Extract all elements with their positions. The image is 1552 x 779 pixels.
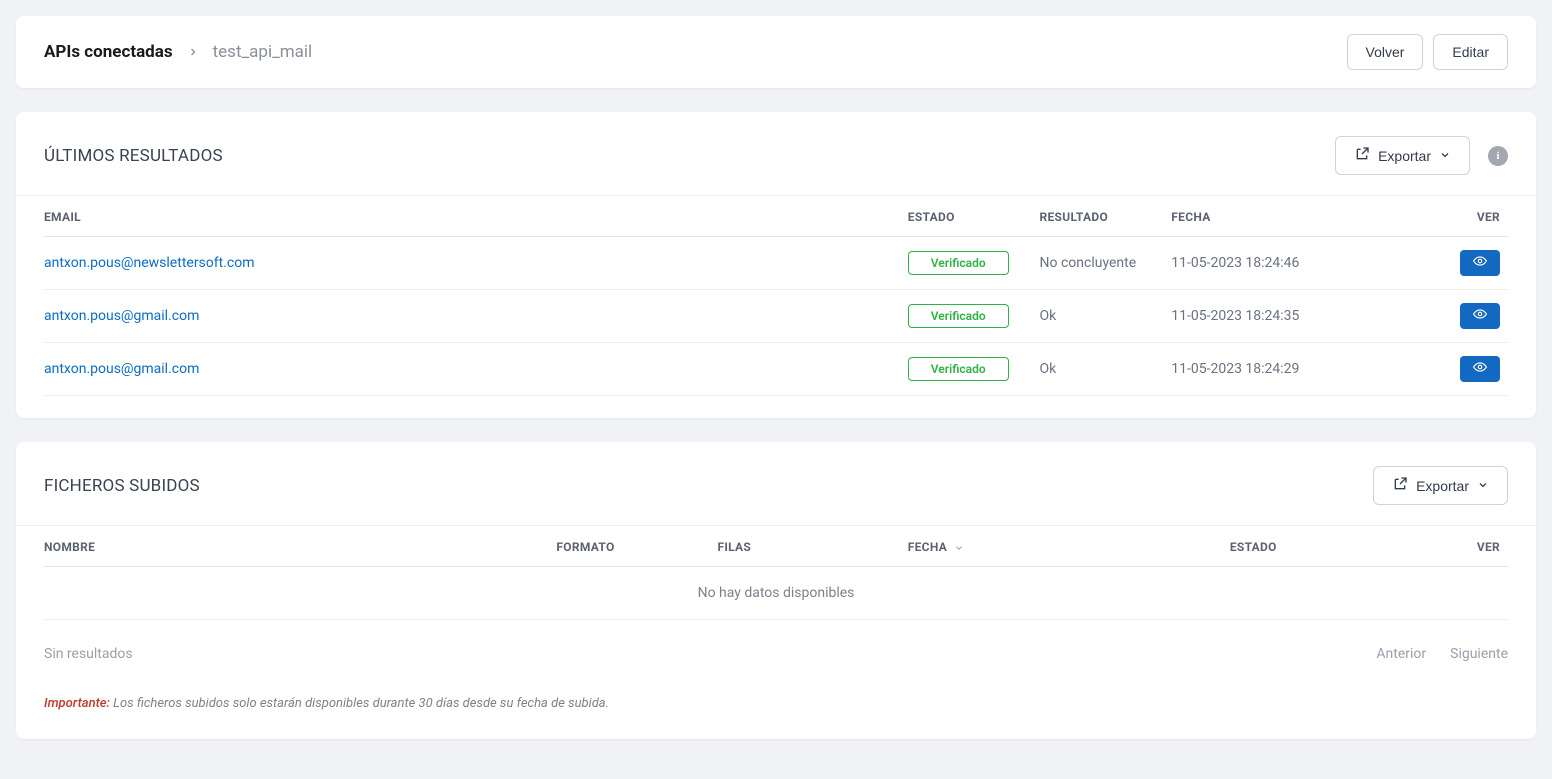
empty-message: No hay datos disponibles: [44, 567, 1508, 620]
chevron-down-icon: [1439, 148, 1451, 164]
email-link[interactable]: antxon.pous@gmail.com: [44, 308, 199, 324]
info-icon[interactable]: i: [1488, 146, 1508, 166]
email-link[interactable]: antxon.pous@newslettersoft.com: [44, 255, 255, 271]
results-card: ÚLTIMOS RESULTADOS Exportar i EMAIL ESTA…: [16, 112, 1536, 418]
view-button[interactable]: [1460, 250, 1500, 276]
eye-icon: [1471, 307, 1489, 325]
page-header: APIs conectadas test_api_mail Volver Edi…: [16, 16, 1536, 88]
col-estado: ESTADO: [908, 196, 1040, 237]
col-ver-files: VER: [1435, 526, 1508, 567]
results-export-button[interactable]: Exportar: [1335, 136, 1470, 175]
status-badge: Verificado: [908, 357, 1009, 381]
edit-button[interactable]: Editar: [1433, 34, 1508, 70]
date-cell: 11-05-2023 18:24:46: [1171, 237, 1435, 290]
result-cell: No concluyente: [1040, 237, 1172, 290]
status-badge: Verificado: [908, 304, 1009, 328]
files-header: FICHEROS SUBIDOS Exportar: [16, 442, 1536, 526]
date-cell: 11-05-2023 18:24:35: [1171, 290, 1435, 343]
chevron-down-icon: [1477, 478, 1489, 494]
date-cell: 11-05-2023 18:24:29: [1171, 343, 1435, 396]
col-fecha-files[interactable]: FECHA: [908, 526, 1230, 567]
footer-summary: Sin resultados: [44, 646, 133, 662]
result-cell: Ok: [1040, 290, 1172, 343]
empty-row: No hay datos disponibles: [44, 567, 1508, 620]
col-nombre[interactable]: NOMBRE: [44, 526, 556, 567]
sort-desc-icon: [954, 543, 964, 553]
col-formato[interactable]: FORMATO: [556, 526, 717, 567]
results-table: EMAIL ESTADO RESULTADO FECHA VER antxon.…: [44, 196, 1508, 396]
status-badge: Verificado: [908, 251, 1009, 275]
pager-prev[interactable]: Anterior: [1376, 646, 1426, 662]
table-row: antxon.pous@gmail.com Verificado Ok 11-0…: [44, 290, 1508, 343]
files-card: FICHEROS SUBIDOS Exportar NOMBRE FORMATO…: [16, 442, 1536, 739]
results-title: ÚLTIMOS RESULTADOS: [44, 146, 223, 166]
email-link[interactable]: antxon.pous@gmail.com: [44, 361, 199, 377]
note-strong: Importante:: [44, 696, 110, 711]
table-row: antxon.pous@gmail.com Verificado Ok 11-0…: [44, 343, 1508, 396]
pager: Anterior Siguiente: [1376, 646, 1508, 662]
col-estado-files[interactable]: ESTADO: [1230, 526, 1435, 567]
export-icon: [1392, 476, 1408, 495]
view-button[interactable]: [1460, 303, 1500, 329]
export-icon: [1354, 146, 1370, 165]
col-filas[interactable]: FILAS: [717, 526, 907, 567]
files-export-button[interactable]: Exportar: [1373, 466, 1508, 505]
chevron-right-icon: [187, 46, 199, 58]
files-table: NOMBRE FORMATO FILAS FECHA ESTADO VER No…: [44, 526, 1508, 620]
breadcrumb-current: test_api_mail: [213, 42, 313, 62]
col-email: EMAIL: [44, 196, 908, 237]
breadcrumb: APIs conectadas test_api_mail: [44, 42, 312, 62]
eye-icon: [1471, 360, 1489, 378]
breadcrumb-root[interactable]: APIs conectadas: [44, 42, 173, 62]
col-resultado: RESULTADO: [1040, 196, 1172, 237]
retention-note: Importante: Los ficheros subidos solo es…: [16, 670, 1536, 739]
view-button[interactable]: [1460, 356, 1500, 382]
pager-next[interactable]: Siguiente: [1450, 646, 1508, 662]
col-ver: VER: [1435, 196, 1508, 237]
col-fecha: FECHA: [1171, 196, 1435, 237]
files-footer: Sin resultados Anterior Siguiente: [16, 620, 1536, 670]
files-title: FICHEROS SUBIDOS: [44, 476, 200, 496]
result-cell: Ok: [1040, 343, 1172, 396]
back-button[interactable]: Volver: [1347, 34, 1424, 70]
files-export-label: Exportar: [1416, 478, 1469, 494]
note-text: Los ficheros subidos solo estarán dispon…: [113, 696, 609, 711]
header-actions: Volver Editar: [1347, 34, 1509, 70]
eye-icon: [1471, 254, 1489, 272]
results-header: ÚLTIMOS RESULTADOS Exportar i: [16, 112, 1536, 196]
table-row: antxon.pous@newslettersoft.com Verificad…: [44, 237, 1508, 290]
results-export-label: Exportar: [1378, 148, 1431, 164]
